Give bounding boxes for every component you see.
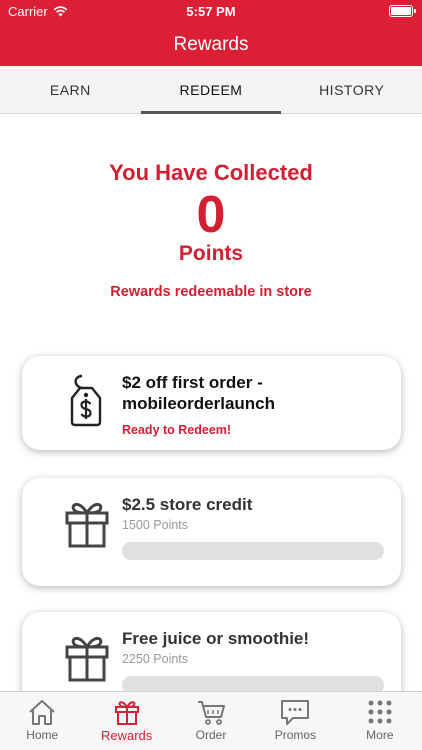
reward-title: $2.5 store credit xyxy=(122,495,253,514)
status-bar: Carrier 5:57 PM xyxy=(0,0,422,22)
tab-order-label: Order xyxy=(195,728,227,742)
tab-promos[interactable]: Promos xyxy=(253,692,337,750)
tab-more[interactable]: More xyxy=(338,692,422,750)
reward-points: 2250 Points xyxy=(122,652,189,666)
tab-order[interactable]: Order xyxy=(169,692,253,750)
points-note: Rewards redeemable in store xyxy=(110,284,312,300)
points-summary: You Have Collected 0 Points Rewards rede… xyxy=(0,160,422,300)
tab-earn[interactable]: EARN xyxy=(0,66,141,113)
reward-progress-bar xyxy=(122,542,384,560)
status-time: 5:57 PM xyxy=(186,4,236,19)
points-unit: Points xyxy=(178,242,244,265)
reward-points: 1500 Points xyxy=(122,518,189,532)
reward-card[interactable]: $2.5 store credit 1500 Points xyxy=(22,478,401,586)
tab-rewards-label: Rewards xyxy=(100,728,153,743)
points-heading: You Have Collected xyxy=(109,160,313,185)
reward-card[interactable]: $2 off first order - mobileorderlaunch R… xyxy=(22,356,401,450)
price-tag-icon xyxy=(70,374,102,427)
gift-icon xyxy=(65,503,109,548)
reward-title: $2 off first order - mobileorderlaunch xyxy=(122,373,276,413)
tab-history[interactable]: HISTORY xyxy=(281,66,422,113)
bottom-tab-bar: Home Rewards Order Promos More xyxy=(0,691,422,750)
tab-promos-label: Promos xyxy=(274,728,317,742)
tab-redeem[interactable]: REDEEM xyxy=(140,66,282,114)
tab-home-label: Home xyxy=(26,728,59,742)
segment-tabs: EARN REDEEM HISTORY xyxy=(0,66,422,114)
home-icon xyxy=(29,700,55,725)
nav-title: Rewards xyxy=(0,22,422,66)
battery-icon xyxy=(389,5,416,17)
cart-icon xyxy=(198,701,226,725)
chat-bubble-icon xyxy=(281,700,310,725)
tab-rewards[interactable]: Rewards xyxy=(84,692,168,750)
grid-dots-icon xyxy=(368,700,392,724)
reward-title: Free juice or smoothie! xyxy=(122,629,310,648)
tab-home[interactable]: Home xyxy=(0,692,84,750)
gift-icon xyxy=(65,637,109,682)
gift-icon xyxy=(114,701,139,725)
points-value: 0 xyxy=(196,186,226,244)
reward-status: Ready to Redeem! xyxy=(122,423,232,437)
tab-more-label: More xyxy=(366,728,394,742)
